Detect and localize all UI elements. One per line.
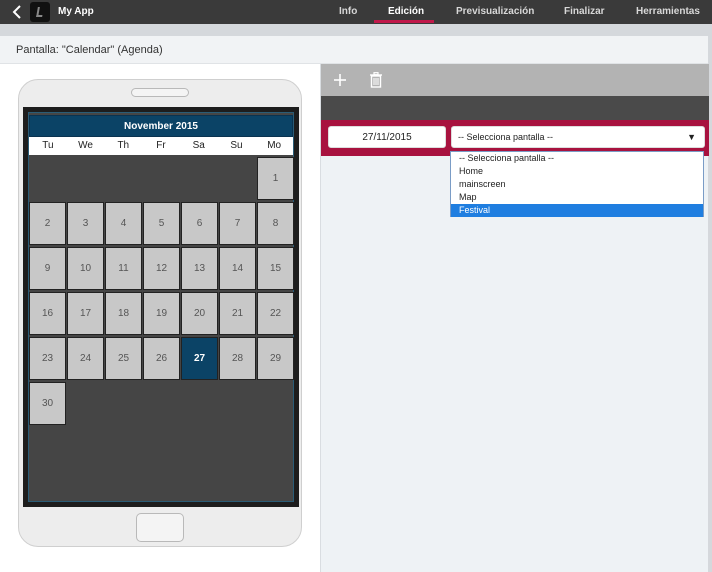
tab-info[interactable]: Info — [339, 6, 357, 17]
calendar-day-cell[interactable]: 1 — [257, 157, 294, 200]
calendar-day-cell[interactable]: 29 — [257, 337, 294, 380]
trash-icon — [370, 72, 382, 88]
dropdown-option-highlighted[interactable]: Festival — [451, 204, 703, 217]
weekday-label: Mo — [267, 140, 282, 151]
editor-toolbar — [321, 64, 709, 96]
calendar-day-cell[interactable]: 11 — [105, 247, 142, 290]
calendar-day-cell[interactable]: 12 — [143, 247, 180, 290]
plus-icon — [334, 74, 346, 86]
active-tab-indicator — [374, 20, 434, 23]
calendar-day-cell[interactable]: 6 — [181, 202, 218, 245]
calendar-day-cell[interactable]: 2 — [29, 202, 66, 245]
calendar-day-cell[interactable]: 7 — [219, 202, 256, 245]
calendar-day-cell[interactable]: 24 — [67, 337, 104, 380]
calendar-day-cell[interactable]: 10 — [67, 247, 104, 290]
tab-herramientas[interactable]: Herramientas — [636, 6, 700, 17]
calendar-day-cell[interactable]: 18 — [105, 292, 142, 335]
calendar-day-cell[interactable]: 13 — [181, 247, 218, 290]
dropdown-option[interactable]: mainscreen — [451, 178, 703, 191]
app-logo-icon — [30, 2, 50, 22]
calendar-day-cell[interactable]: 9 — [29, 247, 66, 290]
screen-dropdown-list: -- Selecciona pantalla -- Home mainscree… — [450, 151, 704, 217]
editor-panel: -- Selecciona pantalla -- ▼ — [320, 64, 709, 572]
weekday-label: We — [78, 140, 93, 151]
phone-screen: November 2015 Tu We Th Fr Sa Su Mo 1 2 3… — [23, 107, 299, 507]
weekday-label: Th — [117, 140, 130, 151]
chevron-left-icon — [12, 5, 21, 19]
calendar-day-cell[interactable]: 16 — [29, 292, 66, 335]
app-name: My App — [58, 6, 94, 17]
tab-edicion[interactable]: Edición — [388, 6, 424, 17]
calendar-day-cell[interactable]: 21 — [219, 292, 256, 335]
calendar-day-cell[interactable]: 30 — [29, 382, 66, 425]
calendar-widget: November 2015 Tu We Th Fr Sa Su Mo 1 2 3… — [28, 112, 294, 502]
dropdown-option[interactable]: Map — [451, 191, 703, 204]
weekday-label: Su — [230, 140, 243, 151]
calendar-day-cell[interactable]: 26 — [143, 337, 180, 380]
weekday-label: Fr — [156, 140, 166, 151]
tab-previsualizacion[interactable]: Previsualización — [456, 6, 534, 17]
editor-subheader — [321, 96, 709, 120]
phone-home-button — [136, 513, 184, 542]
screen-select-value: -- Selecciona pantalla -- — [458, 132, 554, 142]
calendar-day-cell[interactable]: 17 — [67, 292, 104, 335]
top-nav-bar: My App Info Edición Previsualización Fin… — [0, 0, 712, 24]
phone-preview: November 2015 Tu We Th Fr Sa Su Mo 1 2 3… — [18, 79, 302, 547]
calendar-weekday-row: Tu We Th Fr Sa Su Mo — [29, 137, 293, 155]
calendar-day-cell[interactable]: 14 — [219, 247, 256, 290]
calendar-day-cell[interactable]: 20 — [181, 292, 218, 335]
calendar-day-cell[interactable]: 19 — [143, 292, 180, 335]
calendar-day-cell[interactable]: 4 — [105, 202, 142, 245]
phone-speaker — [131, 88, 189, 97]
calendar-day-cell[interactable]: 15 — [257, 247, 294, 290]
calendar-month-label: November 2015 — [29, 115, 293, 137]
delete-button[interactable] — [367, 71, 385, 89]
back-button[interactable] — [8, 2, 26, 22]
screen-header: Pantalla: "Calendar" (Agenda) — [0, 36, 712, 64]
date-field[interactable] — [328, 126, 446, 148]
calendar-day-cell[interactable]: 5 — [143, 202, 180, 245]
calendar-day-cell[interactable]: 25 — [105, 337, 142, 380]
divider-strip — [0, 24, 712, 36]
dropdown-option[interactable]: Home — [451, 165, 703, 178]
triangle-down-icon: ▼ — [687, 132, 696, 142]
calendar-day-cell[interactable]: 3 — [67, 202, 104, 245]
add-button[interactable] — [331, 71, 349, 89]
calendar-day-cell[interactable]: 28 — [219, 337, 256, 380]
dropdown-option[interactable]: -- Selecciona pantalla -- — [451, 152, 703, 165]
calendar-day-cell[interactable]: 22 — [257, 292, 294, 335]
calendar-day-cell[interactable]: 8 — [257, 202, 294, 245]
weekday-label: Sa — [192, 140, 205, 151]
calendar-day-cell[interactable]: 23 — [29, 337, 66, 380]
screen-select[interactable]: -- Selecciona pantalla -- ▼ — [451, 126, 705, 148]
weekday-label: Tu — [42, 140, 54, 151]
calendar-day-cell-selected[interactable]: 27 — [181, 337, 218, 380]
tab-finalizar[interactable]: Finalizar — [564, 6, 605, 17]
page-title: Pantalla: "Calendar" (Agenda) — [16, 44, 163, 56]
